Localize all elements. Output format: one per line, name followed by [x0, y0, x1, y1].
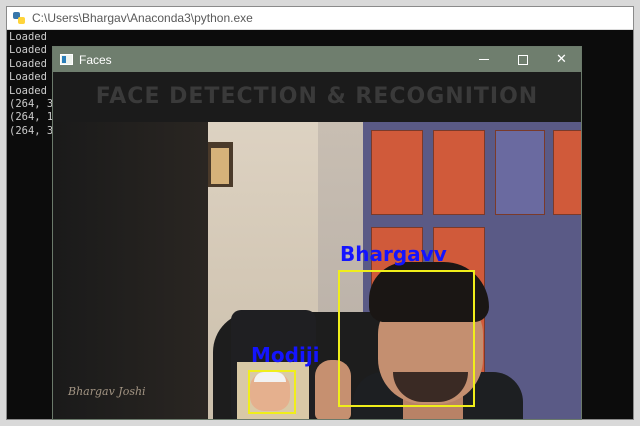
face-detection-box [248, 370, 296, 414]
camera-frame: FACE DETECTION & RECOGNITION Bhargavv Mo… [53, 72, 581, 419]
cabinet-door [371, 130, 423, 215]
scene-photo-frame [211, 148, 229, 184]
signature: Bhargav Joshi [68, 385, 146, 398]
faces-window: Faces ✕ FACE DETECTION & RECOGNITION Bha… [52, 46, 582, 420]
cabinet-door [553, 130, 581, 215]
cabinet-door [433, 130, 485, 215]
face-label: Modiji [251, 343, 320, 367]
faces-titlebar[interactable]: Faces ✕ [53, 47, 581, 72]
console-line: Loaded [9, 31, 47, 43]
minimize-icon[interactable] [464, 47, 503, 72]
page-title: FACE DETECTION & RECOGNITION [95, 84, 539, 109]
console-title: C:\Users\Bhargav\Anaconda3\python.exe [32, 11, 253, 25]
python-icon [13, 11, 26, 25]
window-icon [60, 54, 73, 65]
console-titlebar[interactable]: C:\Users\Bhargav\Anaconda3\python.exe [7, 7, 633, 30]
maximize-icon[interactable] [503, 47, 542, 72]
faces-title: Faces [79, 52, 112, 67]
close-icon[interactable]: ✕ [542, 47, 581, 72]
face-label: Bhargavv [340, 242, 447, 266]
face-detection-box [338, 270, 475, 407]
scene-dark-area [53, 122, 208, 419]
cabinet-door [495, 130, 545, 215]
